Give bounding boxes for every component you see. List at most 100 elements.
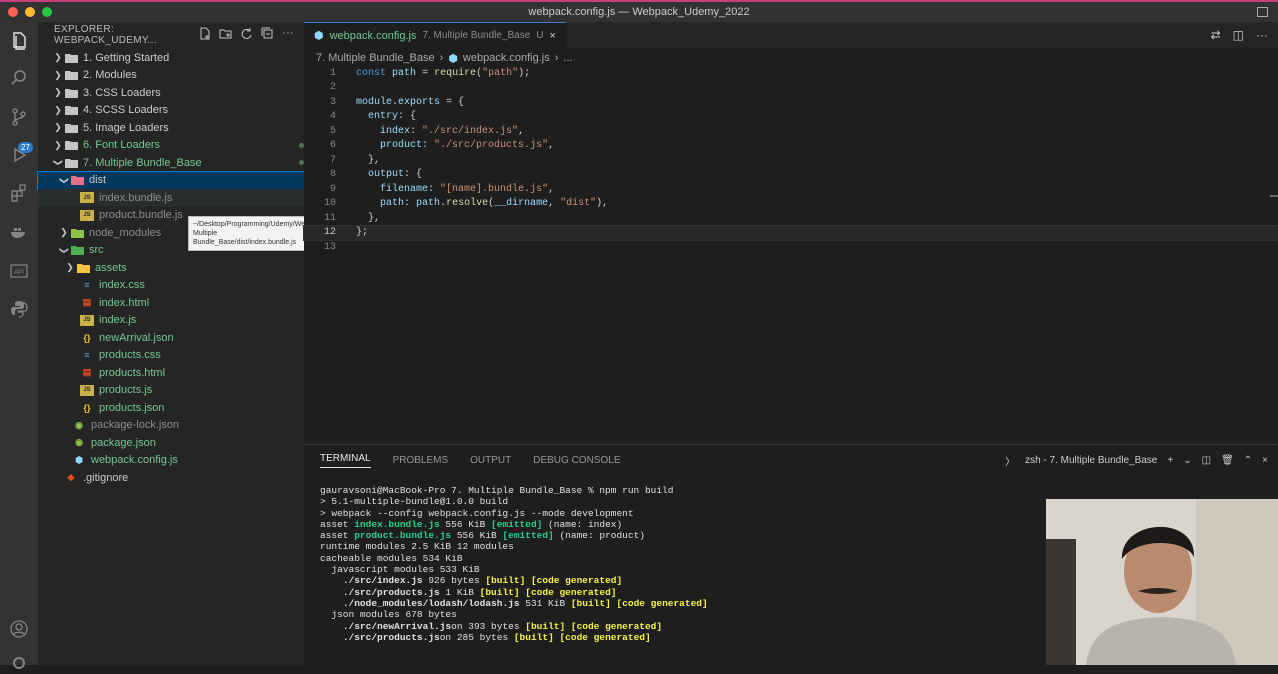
terminal-line: cacheable modules 534 KiB (320, 552, 463, 564)
search-icon[interactable] (8, 67, 30, 89)
tree-folder-2[interactable]: ❯ 2. Modules (38, 67, 318, 84)
terminal-shell-name[interactable]: zsh - 7. Multiple Bundle_Base (1025, 455, 1157, 466)
code-line: 8 output: { (304, 168, 1278, 183)
tree-folder-1[interactable]: ❯ 1. Getting Started (38, 49, 318, 66)
css-file-icon: ≡ (84, 280, 90, 290)
explorer-header: EXPLORER: WEBPACK_UDEMY... ··· (38, 22, 304, 48)
code-text: output: { (368, 169, 423, 181)
terminal-icon: 〉 (1005, 457, 1016, 468)
line-number: 9 (329, 183, 336, 195)
tree-file-products-css[interactable]: ≡ products.css U (38, 347, 346, 364)
code-text: path: path.resolve(__dirname, "dist"), (380, 198, 609, 210)
tree-item-label: 2. Modules (83, 69, 137, 81)
more-actions-icon[interactable]: ··· (1256, 28, 1268, 42)
source-control-icon[interactable] (8, 106, 30, 128)
more-actions-icon[interactable]: ··· (282, 27, 294, 43)
tree-folder-6[interactable]: ❯ 6. Font Loaders (38, 137, 318, 154)
tab-webpack-config[interactable]: ⬢ webpack.config.js 7. Multiple Bundle_B… (304, 22, 566, 48)
tree-file-webpack-config[interactable]: ⬢ webpack.config.js U (38, 452, 338, 469)
tree-file-index-js[interactable]: JS index.js U (38, 312, 346, 329)
tab-status: U (536, 30, 544, 41)
line-number: 3 (329, 96, 336, 108)
tree-file-products-js[interactable]: JS products.js U (38, 382, 346, 399)
layout-icon[interactable] (1257, 7, 1268, 17)
tree-item-label: 3. CSS Loaders (83, 86, 161, 99)
terminal-line: runtime modules 2.5 KiB 12 modules (320, 541, 514, 553)
compare-changes-icon[interactable]: ⇄ (1211, 28, 1221, 42)
api-icon[interactable]: API (8, 260, 30, 282)
tree-folder-4[interactable]: ❯ 4. SCSS Loaders (38, 102, 318, 119)
minimize-window-button[interactable] (25, 7, 35, 17)
trash-icon[interactable]: 🗑 (1221, 455, 1234, 466)
explorer-title: EXPLORER: WEBPACK_UDEMY... (54, 24, 157, 46)
chevron-right-icon: ❯ (54, 122, 62, 132)
tree-file-index-css[interactable]: ≡ index.css U (38, 277, 346, 294)
tree-item-label: product.bundle.js (99, 209, 183, 221)
breadcrumb-more[interactable]: ... (563, 52, 572, 64)
webcam-overlay (1046, 499, 1278, 665)
tree-file-index-html[interactable]: ▤ index.html U (38, 294, 346, 311)
line-number: 2 (329, 82, 336, 94)
terminal-line: ./src/products.json 285 bytes [built] [c… (342, 631, 651, 643)
code-line: 3 module.exports = { (304, 95, 1278, 110)
node-folder-icon (70, 227, 84, 238)
tree-item-label: newArrival.json (99, 331, 174, 344)
tree-file-products-html[interactable]: ▤ products.html U (38, 364, 346, 381)
tree-file-index-bundle[interactable]: JS index.bundle.js (38, 189, 346, 206)
js-file-icon: JS (80, 314, 94, 326)
code-text: filename: "[name].bundle.js", (380, 183, 555, 195)
close-window-button[interactable] (8, 7, 18, 17)
split-terminal-icon[interactable]: ◫ (1202, 455, 1211, 466)
chevron-down-icon[interactable]: ⌄ (1183, 455, 1191, 466)
refresh-icon[interactable] (240, 27, 253, 43)
breadcrumb-folder[interactable]: 7. Multiple Bundle_Base (316, 52, 435, 64)
account-icon[interactable] (8, 618, 30, 640)
files-icon[interactable] (8, 30, 30, 52)
tree-item-label: products.html (99, 366, 166, 379)
html-file-icon: ▤ (82, 367, 92, 377)
maximize-panel-icon[interactable]: ⌃ (1244, 455, 1252, 466)
tab-terminal[interactable]: TERMINAL (320, 453, 371, 468)
tab-debug-console[interactable]: DEBUG CONSOLE (533, 455, 620, 466)
python-icon[interactable] (8, 298, 30, 320)
breadcrumb: 7. Multiple Bundle_Base › ⬢ webpack.conf… (304, 48, 1278, 68)
new-folder-icon[interactable] (219, 27, 232, 43)
tree-folder-3[interactable]: ❯ 3. CSS Loaders (38, 84, 318, 101)
docker-icon[interactable] (8, 221, 30, 243)
close-panel-icon[interactable]: × (1262, 455, 1268, 466)
webpack-file-icon: ⬢ (448, 52, 458, 65)
json-file-icon: {} (83, 402, 91, 413)
window-controls (8, 7, 52, 17)
collapse-all-icon[interactable] (261, 27, 274, 43)
terminal-line: asset index.bundle.js 556 KiB [emitted] … (320, 518, 623, 530)
code-editor[interactable]: 1 const path = require("path"); 2 3 module… (303, 66, 1278, 255)
tab-problems[interactable]: PROBLEMS (393, 455, 449, 466)
terminal-output[interactable]: gauravsoni@MacBook-Pro 7. Multiple Bundl… (320, 485, 708, 643)
breadcrumb-file[interactable]: webpack.config.js (463, 52, 550, 64)
js-file-icon: JS (80, 192, 94, 203)
close-tab-icon[interactable]: × (550, 30, 556, 42)
tree-file-products-json[interactable]: {} products.json U (38, 399, 346, 416)
zoom-window-button[interactable] (42, 7, 52, 17)
terminal-line: gauravsoni@MacBook-Pro 7. Multiple Bundl… (320, 485, 674, 496)
code-line: 7 }, (304, 153, 1278, 168)
tree-folder-assets[interactable]: ❯ assets (38, 259, 330, 276)
tree-item-label: index.bundle.js (99, 191, 173, 204)
split-editor-icon[interactable]: ◫ (1233, 28, 1244, 42)
new-file-icon[interactable] (198, 27, 211, 43)
run-debug-icon[interactable] (8, 144, 30, 166)
extensions-icon[interactable] (8, 182, 30, 204)
tree-folder-7[interactable]: ❯ 7. Multiple Bundle_Base (38, 154, 318, 171)
tree-folder-5[interactable]: ❯ 5. Image Loaders (38, 119, 318, 136)
new-terminal-icon[interactable]: + (1167, 455, 1173, 466)
tree-file-package-lock[interactable]: ◉ package-lock.json (38, 417, 338, 434)
line-number: 8 (329, 169, 336, 181)
tree-file-gitignore[interactable]: ◆ .gitignore (38, 469, 330, 486)
settings-gear-icon[interactable] (8, 652, 30, 674)
tree-file-newarrival-json[interactable]: {} newArrival.json U (38, 329, 346, 346)
tree-folder-dist[interactable]: ❯ dist (37, 170, 325, 190)
tree-file-package-json[interactable]: ◉ package.json U (38, 434, 338, 451)
tab-output[interactable]: OUTPUT (470, 455, 511, 466)
terminal-line: asset product.bundle.js 556 KiB [emitted… (320, 530, 645, 542)
terminal-line: ./node_modules/lodash/lodash.js 531 KiB … (342, 597, 708, 609)
